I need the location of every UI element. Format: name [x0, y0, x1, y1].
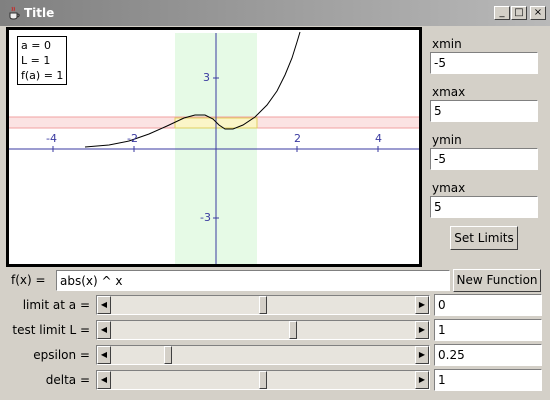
- set-limits-button[interactable]: Set Limits: [450, 226, 518, 250]
- arrow-right-icon[interactable]: ▶: [415, 371, 429, 389]
- arrow-left-icon[interactable]: ◀: [97, 321, 111, 339]
- ymin-field[interactable]: [430, 148, 538, 170]
- slider-a[interactable]: ◀ ▶: [96, 295, 430, 315]
- ymin-label: ymin: [432, 133, 462, 147]
- slider-label-delta: delta =: [45, 373, 90, 387]
- x-tick-label: -4: [46, 132, 57, 145]
- new-function-button[interactable]: New Function: [453, 269, 541, 292]
- xmin-field[interactable]: [430, 52, 538, 74]
- y-tick-label: -3: [200, 211, 211, 224]
- slider-thumb[interactable]: [259, 371, 267, 389]
- minimize-button[interactable]: _: [494, 6, 510, 20]
- xmax-label: xmax: [432, 85, 466, 99]
- plot-frame: a = 0 L = 1 f(a) = 1 -4 -2 2 4 3 -3: [6, 27, 422, 267]
- info-fa: f(a) = 1: [21, 69, 64, 82]
- delta-value-field[interactable]: [434, 369, 542, 391]
- slider-thumb[interactable]: [288, 321, 297, 339]
- epsilon-value-field[interactable]: [434, 344, 542, 366]
- ymax-label: ymax: [432, 181, 466, 195]
- arrow-left-icon[interactable]: ◀: [97, 296, 111, 314]
- y-tick-label: 3: [203, 71, 210, 84]
- slider-L[interactable]: ◀ ▶: [96, 320, 430, 340]
- arrow-right-icon[interactable]: ▶: [415, 346, 429, 364]
- java-cup-icon: [9, 6, 20, 20]
- slider-thumb[interactable]: [164, 346, 173, 364]
- slider-thumb[interactable]: [259, 296, 267, 314]
- ymax-field[interactable]: [430, 196, 538, 218]
- arrow-right-icon[interactable]: ▶: [415, 296, 429, 314]
- slider-label-epsilon: epsilon =: [33, 348, 90, 362]
- slider-delta[interactable]: ◀ ▶: [96, 370, 430, 390]
- function-input[interactable]: [56, 270, 450, 291]
- info-L: L = 1: [21, 54, 51, 67]
- a-value-field[interactable]: [434, 294, 542, 316]
- title-bar: Title _ □ ×: [0, 0, 550, 26]
- close-button[interactable]: ×: [530, 6, 546, 20]
- arrow-left-icon[interactable]: ◀: [97, 346, 111, 364]
- plot-graphics: [9, 31, 419, 264]
- x-tick-label: -2: [127, 132, 138, 145]
- info-box: a = 0 L = 1 f(a) = 1: [17, 36, 68, 85]
- arrow-left-icon[interactable]: ◀: [97, 371, 111, 389]
- window-title: Title: [24, 6, 55, 20]
- info-a: a = 0: [21, 39, 51, 52]
- x-tick-label: 2: [294, 132, 301, 145]
- maximize-button[interactable]: □: [511, 6, 527, 20]
- plot-canvas[interactable]: a = 0 L = 1 f(a) = 1 -4 -2 2 4 3 -3: [9, 30, 419, 264]
- L-value-field[interactable]: [434, 319, 542, 341]
- x-tick-label: 4: [375, 132, 382, 145]
- slider-label-a: limit at a =: [22, 298, 90, 312]
- function-label: f(x) =: [11, 273, 46, 287]
- slider-epsilon[interactable]: ◀ ▶: [96, 345, 430, 365]
- arrow-right-icon[interactable]: ▶: [415, 321, 429, 339]
- xmin-label: xmin: [432, 37, 462, 51]
- slider-label-L: test limit L =: [12, 323, 90, 337]
- xmax-field[interactable]: [430, 100, 538, 122]
